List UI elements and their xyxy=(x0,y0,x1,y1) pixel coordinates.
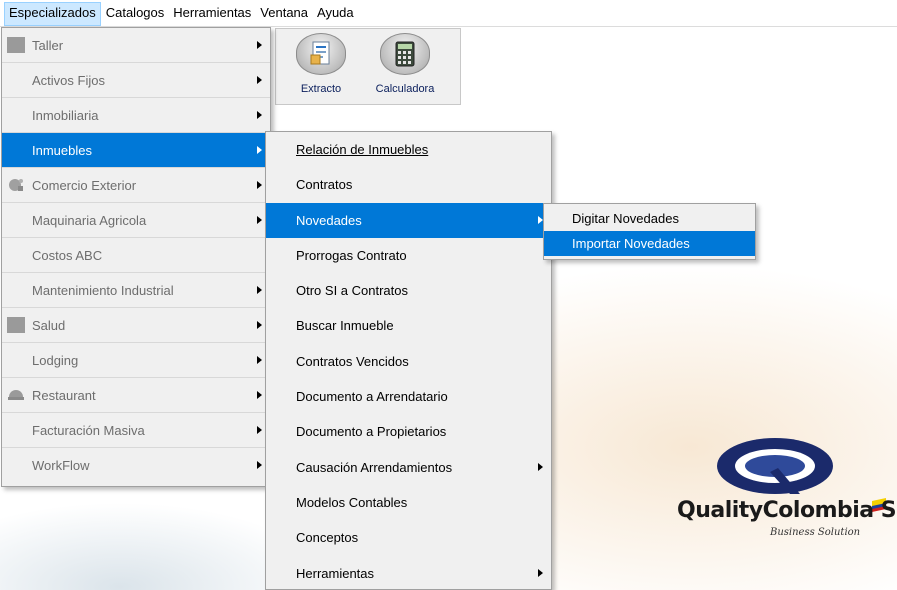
menu-item-label: Maquinaria Agricola xyxy=(32,213,147,228)
menu-item-restaurant[interactable]: Restaurant xyxy=(2,378,270,413)
menu-item-label: Activos Fijos xyxy=(32,73,105,88)
submenu-arrow-icon xyxy=(257,111,262,119)
menu-item-label: Digitar Novedades xyxy=(572,211,679,226)
menu-item-label: Buscar Inmueble xyxy=(296,318,394,334)
submenu-arrow-icon xyxy=(538,568,543,577)
menu-item-documento-a-propietarios[interactable]: Documento a Propietarios xyxy=(266,414,551,449)
menu-item-buscar-inmueble[interactable]: Buscar Inmueble xyxy=(266,308,551,343)
submenu-arrow-icon xyxy=(257,76,262,84)
menu-item-label: Inmuebles xyxy=(32,143,92,158)
menu-item-contratos-vencidos[interactable]: Contratos Vencidos xyxy=(266,344,551,379)
menu-item-activos-fijos[interactable]: Activos Fijos xyxy=(2,63,270,98)
gray-square-icon xyxy=(7,37,25,53)
menu-item-documento-a-arrendatario[interactable]: Documento a Arrendatario xyxy=(266,379,551,414)
logo-tagline: Business Solution xyxy=(770,527,861,538)
menu-item-label: Otro SI a Contratos xyxy=(296,283,408,299)
menu-item-label: Conceptos xyxy=(296,530,359,546)
menu-item-mantenimiento-industrial[interactable]: Mantenimiento Industrial xyxy=(2,273,270,308)
menu-item-label: Taller xyxy=(32,38,64,53)
menu-item-importar-novedades[interactable]: Importar Novedades xyxy=(544,231,755,256)
menu-item-label: Herramientas xyxy=(296,565,375,581)
menu-item-label: Mantenimiento Industrial xyxy=(32,283,174,298)
submenu-arrow-icon xyxy=(257,461,262,469)
menu-item-comercio-exterior[interactable]: Comercio Exterior xyxy=(2,168,270,203)
submenu-arrow-icon xyxy=(257,146,262,154)
submenu-arrow-icon xyxy=(538,462,543,471)
menu-item-inmobiliaria[interactable]: Inmobiliaria xyxy=(2,98,270,133)
menu-item-causacion-arrendamientos[interactable]: Causación Arrendamientos xyxy=(266,450,551,485)
menu-item-label: Salud xyxy=(32,318,66,333)
menu-item-taller[interactable]: Taller xyxy=(2,28,270,63)
menu-bar: Especializados Catalogos Herramientas Ve… xyxy=(0,0,897,27)
menu-item-label: Inmobiliaria xyxy=(32,108,99,123)
menu-item-label: Importar Novedades xyxy=(572,236,690,251)
restaurant-icon xyxy=(8,390,24,400)
menu-item-label: Novedades xyxy=(296,212,362,228)
menu-item-otro-si-a-contratos[interactable]: Otro SI a Contratos xyxy=(266,273,551,308)
submenu-arrow-icon xyxy=(257,391,262,399)
toolbar: Extracto Calculadora xyxy=(275,28,461,105)
menubar-ventana[interactable]: Ventana xyxy=(256,2,312,26)
menubar-herramientas[interactable]: Herramientas xyxy=(169,2,255,26)
document-icon xyxy=(296,33,346,75)
menu-item-label: Contratos xyxy=(296,177,353,193)
calculator-icon xyxy=(380,33,430,75)
menubar-catalogos[interactable]: Catalogos xyxy=(102,2,169,26)
logo-name: QualityColombia S.A. xyxy=(677,498,897,523)
menu-item-modelos-contables[interactable]: Modelos Contables xyxy=(266,485,551,520)
menu-item-lodging[interactable]: Lodging xyxy=(2,343,270,378)
submenu-arrow-icon xyxy=(257,41,262,49)
menu-item-digitar-novedades[interactable]: Digitar Novedades xyxy=(544,206,755,231)
menu-item-label: Lodging xyxy=(32,353,79,368)
menu-item-label: Prorrogas Contrato xyxy=(296,247,407,263)
menu-item-label: Relación de Inmuebles xyxy=(296,142,429,157)
menu-item-label: Costos ABC xyxy=(32,248,103,263)
menu-item-costos-abc[interactable]: Costos ABC xyxy=(2,238,270,273)
menu-item-workflow[interactable]: WorkFlow xyxy=(2,448,270,483)
menu-item-label: Facturación Masiva xyxy=(32,423,145,438)
menu-item-label: Modelos Contables xyxy=(296,494,408,510)
submenu-arrow-icon xyxy=(257,216,262,224)
menubar-ayuda[interactable]: Ayuda xyxy=(313,2,358,26)
calculadora-label: Calculadora xyxy=(375,83,435,95)
menu-item-maquinaria-agricola[interactable]: Maquinaria Agricola xyxy=(2,203,270,238)
globe-icon xyxy=(9,179,23,191)
submenu-arrow-icon xyxy=(257,286,262,294)
menu-item-novedades[interactable]: Novedades xyxy=(266,202,551,238)
menu-item-salud[interactable]: Salud xyxy=(2,308,270,343)
menu-item-relacion-de-inmuebles[interactable]: Relación de Inmuebles xyxy=(266,132,551,167)
menu-item-conceptos[interactable]: Conceptos xyxy=(266,520,551,555)
gray-square-icon xyxy=(7,317,25,333)
menu-item-facturacion-masiva[interactable]: Facturación Masiva xyxy=(2,413,270,448)
menu-item-label: WorkFlow xyxy=(32,458,90,473)
menu-item-label: Restaurant xyxy=(32,388,96,403)
extracto-button[interactable]: Extracto xyxy=(282,33,360,101)
inmuebles-submenu: Relación de Inmuebles Contratos Novedade… xyxy=(265,131,552,590)
menu-item-label: Causación Arrendamientos xyxy=(296,459,453,475)
menu-item-prorrogas-contrato[interactable]: Prorrogas Contrato xyxy=(266,238,551,273)
calculadora-button[interactable]: Calculadora xyxy=(366,33,444,101)
menu-item-inmuebles[interactable]: Inmuebles xyxy=(2,133,270,168)
menu-item-label: Documento a Arrendatario xyxy=(296,389,448,405)
menu-item-contratos[interactable]: Contratos xyxy=(266,167,551,202)
menu-item-label: Comercio Exterior xyxy=(32,178,137,193)
submenu-arrow-icon xyxy=(257,181,262,189)
menu-item-label: Documento a Propietarios xyxy=(296,424,447,440)
especializados-menu: Taller Activos Fijos Inmobiliaria Inmueb… xyxy=(1,27,271,487)
submenu-arrow-icon xyxy=(257,321,262,329)
submenu-arrow-icon xyxy=(257,426,262,434)
submenu-arrow-icon xyxy=(257,356,262,364)
novedades-submenu: Digitar Novedades Importar Novedades xyxy=(543,203,756,260)
extracto-label: Extracto xyxy=(300,83,342,95)
menu-item-label: Contratos Vencidos xyxy=(296,353,409,369)
menubar-especializados[interactable]: Especializados xyxy=(4,2,101,26)
menu-item-herramientas[interactable]: Herramientas xyxy=(266,556,551,590)
